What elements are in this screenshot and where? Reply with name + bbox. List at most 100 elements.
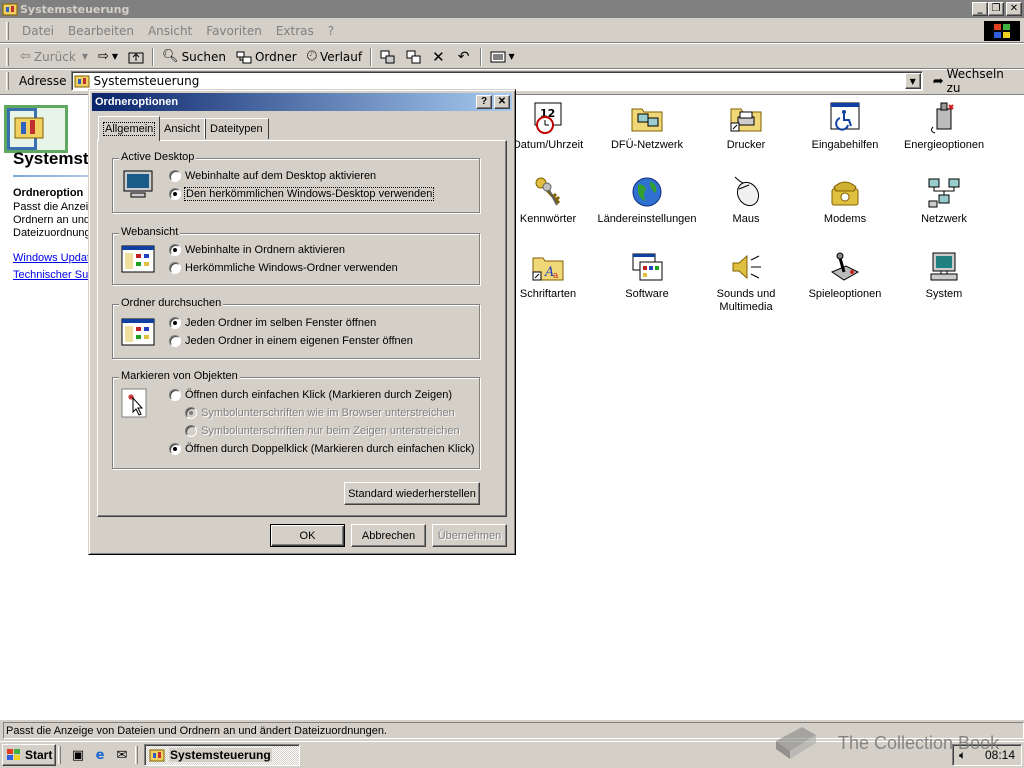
cp-item-accessibility[interactable]: Eingabehilfen: [795, 101, 895, 152]
toolbar-separator: [480, 47, 483, 66]
cp-item-modems[interactable]: Modems: [795, 175, 895, 226]
radio-single-click[interactable]: Öffnen durch einfachen Klick (Markieren …: [169, 389, 452, 401]
cp-item-printers[interactable]: Drucker: [696, 101, 796, 152]
standard-toolbar: ⇦ Zurück ▼ ⇨ ▼ 🔍︎ Suchen Ordner 🕘︎ Verla…: [0, 45, 1024, 69]
go-button[interactable]: ➦ Wechseln zu: [929, 67, 1024, 95]
tab-general[interactable]: Allgemein: [98, 116, 161, 141]
control-panel-task-icon: [149, 749, 165, 762]
cp-item-software[interactable]: Software: [597, 250, 697, 301]
folders-icon: [236, 51, 252, 63]
apply-button[interactable]: Übernehmen: [432, 524, 507, 547]
menu-help[interactable]: ?: [321, 24, 341, 38]
quicklaunch-grip[interactable]: [58, 746, 61, 764]
radio-own-window[interactable]: Jeden Ordner in einem eigenen Fenster öf…: [169, 335, 413, 347]
addressbar-grip[interactable]: [6, 72, 9, 90]
radio-web-content-folders[interactable]: Webinhalte in Ordnern aktivieren: [169, 244, 345, 256]
views-dropdown-icon[interactable]: ▼: [508, 52, 514, 61]
address-dropdown-icon[interactable]: ▼: [904, 73, 921, 89]
radio-circle-selected[interactable]: [169, 188, 181, 200]
book-logo-icon: [776, 727, 816, 759]
start-button[interactable]: Start: [2, 744, 56, 766]
cp-item-dialup[interactable]: DFÜ-Netzwerk: [597, 101, 697, 152]
close-button[interactable]: ✕: [1006, 2, 1022, 16]
radio-circle[interactable]: [169, 170, 181, 182]
selected-item-title: Ordneroption: [13, 187, 84, 199]
group-browse-folders: Ordner durchsuchen Jeden Ordner im selbe…: [112, 297, 480, 359]
radio-circle[interactable]: [169, 262, 181, 274]
minimize-button[interactable]: _: [972, 2, 988, 16]
radio-classic-desktop[interactable]: Den herkömmlichen Windows-Desktop verwen…: [169, 187, 435, 201]
dialog-titlebar[interactable]: Ordneroptionen ? ✕: [92, 93, 512, 111]
printer-folder-icon: [729, 101, 763, 135]
radio-circle[interactable]: [169, 335, 181, 347]
radio-underline-browser: Symbolunterschriften wie im Browser unte…: [185, 407, 455, 419]
cp-item-regional[interactable]: Ländereinstellungen: [597, 175, 697, 226]
radio-same-window[interactable]: Jeden Ordner im selben Fenster öffnen: [169, 317, 376, 329]
menu-file[interactable]: Datei: [15, 24, 61, 38]
dialog-help-button[interactable]: ?: [476, 95, 492, 109]
tab-file-types[interactable]: Dateitypen: [204, 118, 269, 139]
cancel-button[interactable]: Abbrechen: [351, 524, 426, 547]
show-desktop-icon[interactable]: ▣: [67, 744, 89, 766]
group-active-desktop: Active Desktop Webinhalte auf dem Deskto…: [112, 151, 480, 213]
tab-panel-general: Active Desktop Webinhalte auf dem Deskto…: [97, 140, 507, 517]
menu-edit[interactable]: Bearbeiten: [61, 24, 141, 38]
radio-classic-folders[interactable]: Herkömmliche Windows-Ordner verwenden: [169, 262, 398, 274]
radio-circle-selected[interactable]: [169, 317, 181, 329]
views-button[interactable]: ▼: [485, 46, 519, 68]
back-button[interactable]: ⇦ Zurück ▼: [15, 46, 93, 68]
tasks-grip[interactable]: [135, 746, 138, 764]
dialog-close-button[interactable]: ✕: [494, 95, 510, 109]
group-web-view: Webansicht Webinhalte in Ordnern aktivie…: [112, 226, 480, 285]
undo-button[interactable]: ↶: [453, 46, 478, 68]
radio-circle-disabled: [185, 425, 197, 437]
radio-circle[interactable]: [169, 389, 181, 401]
cp-item-system[interactable]: System: [894, 250, 994, 301]
cp-item-power[interactable]: Energieoptionen: [894, 101, 994, 152]
menu-bar: Datei Bearbeiten Ansicht Favoriten Extra…: [0, 19, 1024, 43]
pane-title: Systemst: [13, 149, 89, 168]
search-button[interactable]: 🔍︎ Suchen: [157, 46, 231, 68]
control-panel-small-icon: [74, 75, 90, 88]
tab-view[interactable]: Ansicht: [158, 118, 207, 139]
ok-button[interactable]: OK: [270, 524, 345, 547]
delete-button[interactable]: ✕: [427, 46, 453, 68]
menu-view[interactable]: Ansicht: [141, 24, 199, 38]
address-input[interactable]: Systemsteuerung ▼: [70, 71, 923, 91]
accessibility-icon: [828, 101, 862, 135]
menu-tools[interactable]: Extras: [269, 24, 321, 38]
window-titlebar[interactable]: Systemsteuerung _ ❐ ✕: [0, 0, 1024, 18]
outlook-express-icon[interactable]: ✉: [111, 744, 133, 766]
restore-defaults-button[interactable]: Standard wiederherstellen: [344, 482, 480, 505]
toolbar-grip[interactable]: [6, 47, 9, 66]
move-to-button[interactable]: [375, 46, 401, 68]
tech-support-link[interactable]: Technischer Sup: [13, 269, 94, 281]
move-to-icon: [380, 50, 395, 63]
toolbar-separator: [152, 47, 155, 66]
copy-to-button[interactable]: [401, 46, 427, 68]
menubar-grip[interactable]: [6, 21, 9, 40]
internet-explorer-icon[interactable]: e: [89, 744, 111, 766]
radio-double-click[interactable]: Öffnen durch Doppelklick (Markieren durc…: [169, 443, 475, 455]
windows-update-link[interactable]: Windows Updat: [13, 252, 90, 264]
up-folder-button[interactable]: [123, 46, 149, 68]
cp-item-mouse[interactable]: Maus: [696, 175, 796, 226]
radio-circle-selected[interactable]: [169, 443, 181, 455]
back-dropdown-icon[interactable]: ▼: [82, 52, 88, 61]
forward-dropdown-icon[interactable]: ▼: [112, 52, 118, 61]
cp-item-gamecontrollers[interactable]: Spieleoptionen: [795, 250, 895, 301]
group-legend: Webansicht: [119, 226, 181, 238]
cp-item-sounds[interactable]: Sounds und Multimedia: [696, 250, 796, 314]
window-title: Systemsteuerung: [20, 2, 130, 16]
radio-enable-web-desktop[interactable]: Webinhalte auf dem Desktop aktivieren: [169, 170, 376, 182]
forward-button[interactable]: ⇨ ▼: [93, 46, 123, 68]
radio-circle-selected[interactable]: [169, 244, 181, 256]
search-icon: 🔍︎: [162, 49, 179, 64]
folders-button[interactable]: Ordner: [231, 46, 302, 68]
maximize-button[interactable]: ❐: [988, 2, 1004, 16]
menu-favorites[interactable]: Favoriten: [199, 24, 269, 38]
cp-item-network[interactable]: Netzwerk: [894, 175, 994, 226]
task-button-systemsteuerung[interactable]: Systemsteuerung: [144, 744, 300, 766]
history-button[interactable]: 🕘︎ Verlauf: [302, 46, 367, 68]
group-legend: Active Desktop: [119, 151, 197, 163]
